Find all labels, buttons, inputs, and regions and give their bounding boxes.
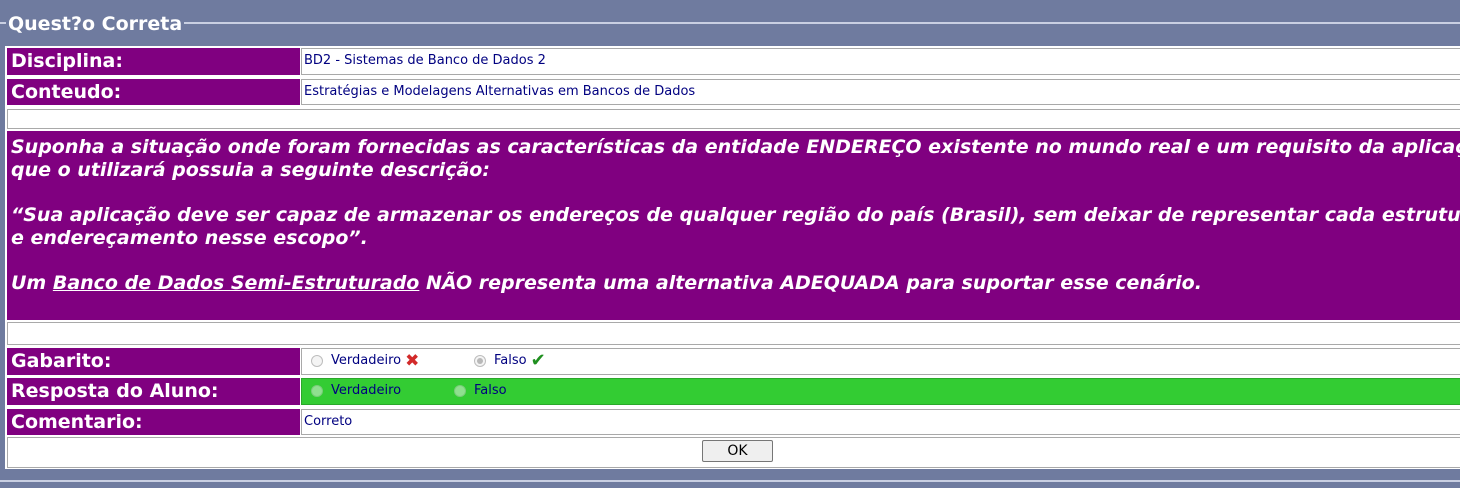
conteudo-row: Conteudo: Estratégias e Modelagens Alter…: [5, 77, 1460, 107]
gabarito-row: Gabarito: Verdadeiro ✖ Falso ✔: [5, 346, 1460, 377]
resposta-true-label: Verdadeiro: [331, 383, 402, 398]
gabarito-option-true: Verdadeiro ✖: [311, 349, 419, 373]
question-panel: Disciplina: BD2 - Sistemas de Banco de D…: [5, 46, 1460, 469]
resposta-label: Resposta do Aluno:: [7, 378, 300, 405]
question-row: Suponha a situação onde foram fornecidas…: [5, 129, 1460, 322]
question-line-1: Suponha a situação onde foram fornecidas…: [11, 136, 1460, 158]
x-mark-icon: ✖: [405, 351, 420, 371]
question-line-4: e endereçamento nesse escopo”.: [11, 227, 368, 249]
gabarito-label: Gabarito:: [7, 348, 300, 375]
comentario-row: Comentario: Correto: [5, 407, 1460, 437]
fieldset-legend: Quest?o Correta: [6, 13, 185, 35]
check-mark-icon: ✔: [530, 350, 546, 371]
spacer-cell-bottom: [7, 322, 1460, 345]
semi-structured-db-term: Banco de Dados Semi-Estruturado: [52, 272, 420, 294]
resposta-options: Verdadeiro Falso: [301, 378, 1460, 405]
comentario-label: Comentario:: [7, 409, 300, 435]
gabarito-false-label: Falso: [494, 353, 527, 368]
resposta-option-true: Verdadeiro: [311, 379, 401, 403]
comentario-value: Correto: [301, 409, 1460, 435]
gabarito-option-false: Falso ✔: [474, 349, 546, 373]
question-line-5: Um Banco de Dados Semi-Estruturado NÃO r…: [11, 272, 1460, 295]
conteudo-label: Conteudo:: [7, 79, 300, 105]
question-text: Suponha a situação onde foram fornecidas…: [7, 131, 1460, 320]
spacer-row-top: [5, 107, 1460, 131]
ok-button[interactable]: OK: [702, 440, 773, 462]
resposta-true-radio: [311, 385, 323, 397]
fieldset-bottom-border: [0, 480, 1460, 482]
resposta-false-radio: [454, 385, 466, 397]
conteudo-value: Estratégias e Modelagens Alternativas em…: [301, 79, 1460, 105]
spacer-cell-top: [7, 109, 1460, 129]
question-line-3: “Sua aplicação deve ser capaz de armazen…: [11, 204, 1460, 226]
disciplina-row: Disciplina: BD2 - Sistemas de Banco de D…: [5, 46, 1460, 77]
fieldset-top-border: [0, 22, 1460, 24]
gabarito-options: Verdadeiro ✖ Falso ✔: [301, 348, 1460, 375]
resposta-row: Resposta do Aluno: Verdadeiro Falso: [5, 376, 1460, 407]
question-line-5-pre: Um: [11, 272, 53, 294]
resposta-false-label: Falso: [474, 383, 507, 398]
disciplina-value: BD2 - Sistemas de Banco de Dados 2: [301, 48, 1460, 75]
disciplina-label: Disciplina:: [7, 48, 300, 75]
gabarito-false-radio: [474, 355, 486, 367]
resposta-option-false: Falso: [454, 379, 507, 403]
spacer-row-bottom: [5, 320, 1460, 347]
gabarito-true-radio: [311, 355, 323, 367]
question-line-5-post: NÃO representa uma alternativa ADEQUADA …: [419, 272, 1202, 294]
question-line-2: que o utilizará possuia a seguinte descr…: [11, 159, 490, 181]
gabarito-true-label: Verdadeiro: [331, 353, 402, 368]
